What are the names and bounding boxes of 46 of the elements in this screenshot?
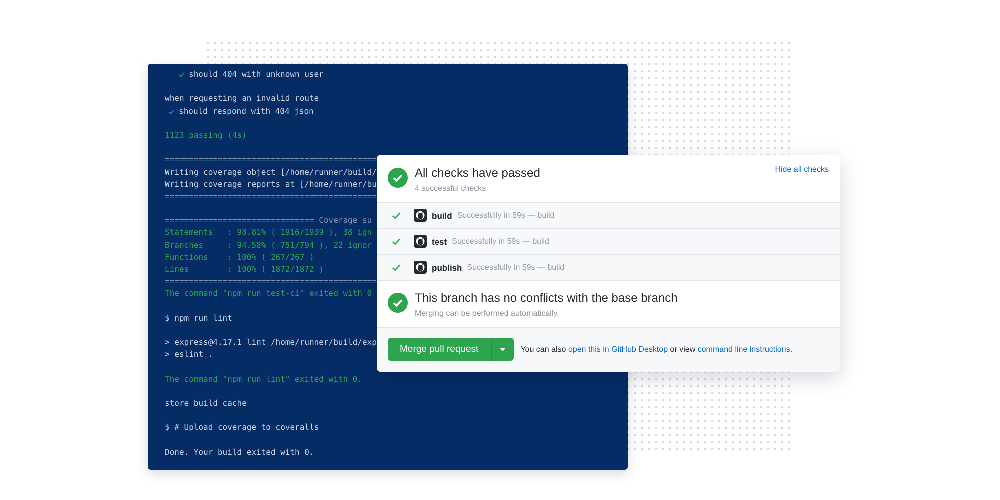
hide-checks-link[interactable]: Hide all checks [775, 165, 829, 174]
check-name: test [432, 236, 448, 246]
merge-status-subtitle: Merging can be performed automatically. [415, 309, 560, 318]
merge-button[interactable]: Merge pull request [388, 338, 492, 361]
command-line-link[interactable]: command line instructions [698, 345, 790, 354]
check-icon [179, 72, 185, 78]
check-detail: Successfully in 59s — build [452, 237, 550, 246]
checks-title: All checks have passed [415, 165, 542, 181]
terminal-line: should 404 with unknown user [189, 69, 324, 81]
terminal-line: > express@4.17.1 lint /home/runner/build/exp [165, 337, 377, 350]
terminal-line: Done. Your build exited with 0. [165, 446, 314, 459]
terminal-line: $ npm run lint [165, 312, 232, 325]
check-circle-icon [388, 168, 408, 188]
check-circle-icon [388, 293, 408, 313]
terminal-line: when requesting an invalid route [165, 93, 320, 106]
terminal-line: ============================================ [165, 276, 377, 288]
cat-logo-icon [414, 261, 427, 274]
check-name: publish [432, 262, 462, 272]
terminal-line: Lines : 100% ( 1872/1872 ) [165, 264, 324, 276]
cat-logo-icon [414, 209, 427, 222]
desktop-link[interactable]: open this in GitHub Desktop [568, 345, 668, 354]
terminal-line: ============================================ [165, 190, 377, 203]
checks-subtitle: 4 successful checks [415, 184, 488, 193]
merge-note: You can also open this in GitHub Desktop or view command line instructions. [520, 345, 793, 354]
check-detail: Successfully in 59s — build [457, 211, 555, 220]
terminal-line: The command "npm run test-ci" exited with 0 [165, 288, 372, 300]
terminal-line: 1123 passing (4s) [165, 130, 247, 142]
merge-status-title: This branch has no conflicts with the base branch [415, 290, 679, 306]
terminal-line: ============================================ [165, 154, 377, 166]
terminal-line: should respond with 404 json [179, 106, 314, 118]
terminal-line: Statements : 98.81% ( 1916/1939 ), 38 ign [165, 227, 372, 240]
check-name: build [432, 210, 452, 220]
merge-options-button[interactable] [492, 338, 514, 361]
cat-logo-icon [414, 235, 427, 248]
terminal-line: $ # Upload coverage to coveralls [165, 422, 320, 434]
check-detail: Successfully in 59s — build [467, 263, 565, 272]
caret-icon [500, 348, 506, 352]
terminal-line: Branches : 94.58% ( 751/794 ), 22 ignor [165, 240, 372, 252]
check-icon [169, 108, 175, 115]
terminal-line: Writing coverage reports at [/home/runner/bu [165, 178, 377, 191]
terminal-line: The command "npm run lint" exited with 0. [165, 374, 362, 386]
terminal-line: store build cache [165, 398, 247, 410]
terminal-line: Writing coverage object [/home/runner/build/ [165, 166, 377, 179]
terminal-line: Functions : 100% ( 267/267 ) [165, 252, 314, 264]
terminal-line: =============================== Coverage su [165, 215, 372, 228]
terminal-line: > eslint . [165, 349, 214, 362]
